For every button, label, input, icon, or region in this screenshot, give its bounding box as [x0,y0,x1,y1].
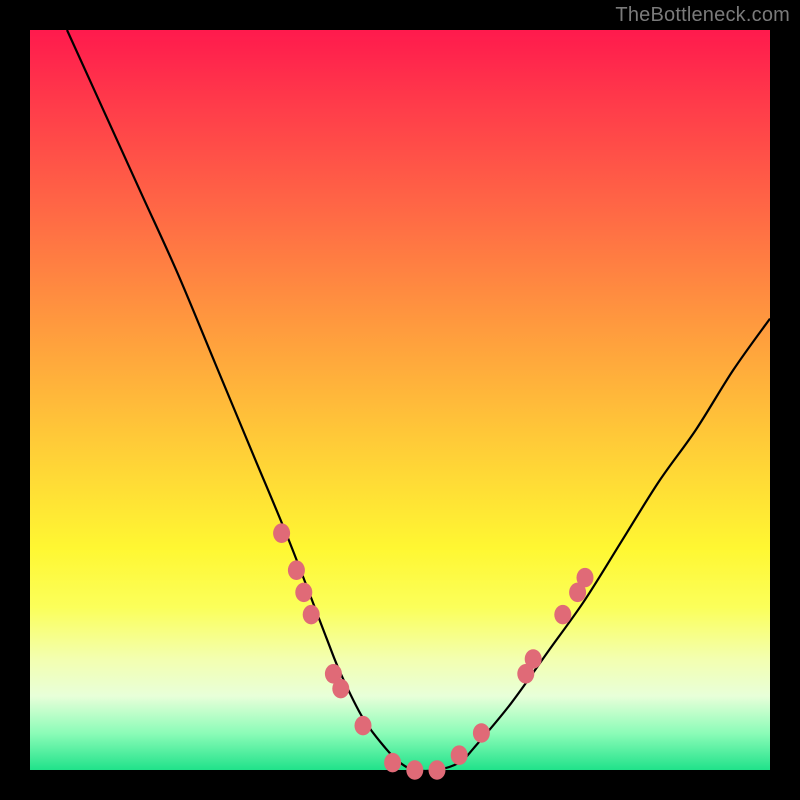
watermark-text: TheBottleneck.com [615,4,790,27]
curve-marker [295,583,312,603]
curve-markers [273,523,593,779]
chart-frame: TheBottleneck.com [0,0,800,800]
curve-marker [554,605,571,625]
bottleneck-curve [67,30,770,771]
curve-marker [406,760,423,780]
curve-marker [473,723,490,743]
curve-marker [451,745,468,765]
curve-marker [355,716,372,736]
plot-area [30,30,770,770]
curve-svg [30,30,770,770]
curve-marker [273,523,290,543]
curve-marker [332,679,349,699]
curve-marker [384,753,401,773]
curve-marker [288,560,305,580]
curve-marker [303,605,320,625]
curve-marker [577,568,594,588]
curve-marker [429,760,446,780]
curve-marker [525,649,542,669]
